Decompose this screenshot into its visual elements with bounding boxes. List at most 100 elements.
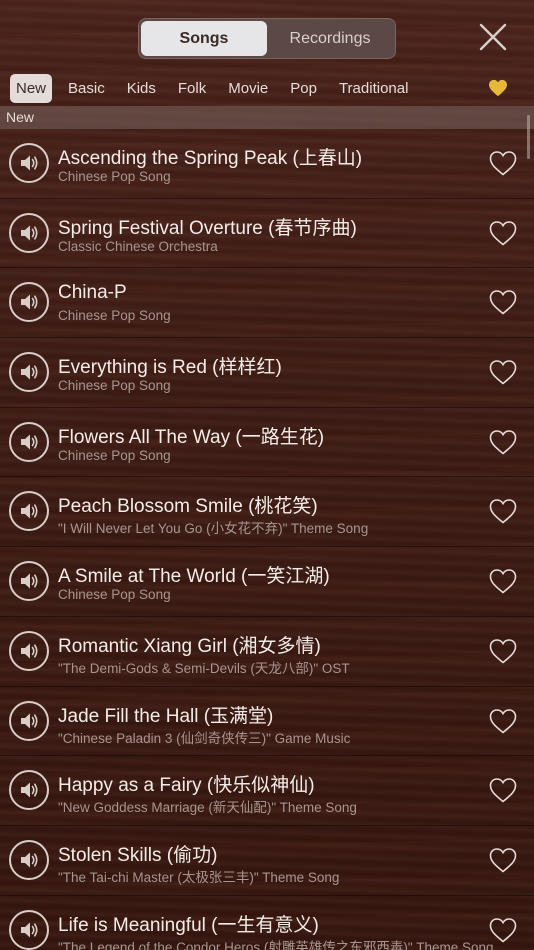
play-preview-button[interactable] [9,909,49,950]
speaker-icon [17,151,41,175]
heart-outline-icon [488,916,518,944]
song-title: Peach Blossom Smile (桃花笑) [58,496,318,518]
song-row[interactable]: A Smile at The World (一笑江湖) Chinese Pop S… [0,547,534,617]
speaker-icon [17,569,41,593]
segment-recordings[interactable]: Recordings [267,21,393,56]
heart-outline-icon [488,288,518,316]
song-subtitle: Chinese Pop Song [58,447,171,463]
close-icon [479,23,507,51]
heart-outline-icon [488,428,518,456]
heart-outline-icon [488,637,518,665]
song-subtitle: Chinese Pop Song [58,169,171,184]
favorite-button[interactable] [488,776,518,804]
play-preview-button[interactable] [9,770,49,811]
song-subtitle: Chinese Pop Song [58,587,171,603]
song-row[interactable]: Peach Blossom Smile (桃花笑) "I Will Never L… [0,477,534,548]
song-subtitle: "New Goddess Marriage (新天仙配)" Theme Song [58,800,357,816]
song-title: Everything is Red (样样红) [58,357,282,379]
song-row[interactable]: Flowers All The Way (一路生花) Chinese Pop So… [0,408,534,478]
category-tabs: New Basic Kids Folk Movie Pop Traditiona… [0,70,534,106]
song-row[interactable]: Spring Festival Overture (春节序曲) Classic C… [0,199,534,269]
favorite-button[interactable] [488,497,518,525]
song-subtitle: Chinese Pop Song [58,308,171,324]
song-row[interactable]: Ascending the Spring Peak (上春山) Chinese P… [0,129,534,199]
favorite-button[interactable] [488,358,518,386]
play-preview-button[interactable] [9,491,49,532]
speaker-icon [17,360,41,384]
play-preview-button[interactable] [9,700,49,741]
play-preview-button[interactable] [9,282,49,323]
song-title: Romantic Xiang Girl (湘女多情) [58,635,321,657]
close-button[interactable] [478,22,508,52]
song-row[interactable]: Everything is Red (样样红) Chinese Pop Song [0,338,534,408]
tab-movie[interactable]: Movie [222,74,274,103]
favorite-button[interactable] [488,149,518,177]
play-preview-button[interactable] [9,630,49,671]
song-row[interactable]: China-P Chinese Pop Song [0,268,534,339]
song-title: Happy as a Fairy (快乐似神仙) [58,775,315,797]
song-row[interactable]: Stolen Skills (偷功) "The Tai-chi Master (太… [0,826,534,896]
play-preview-button[interactable] [9,561,49,602]
speaker-icon [17,778,41,802]
top-bar: Songs Recordings [0,0,534,70]
heart-outline-icon [488,846,518,874]
song-title: A Smile at The World (一笑江湖) [58,566,330,588]
tab-basic[interactable]: Basic [62,74,111,103]
tab-kids[interactable]: Kids [121,74,162,103]
speaker-icon [17,639,41,663]
song-title: Stolen Skills (偷功) [58,844,218,866]
heart-outline-icon [488,567,518,595]
heart-outline-icon [488,707,518,735]
heart-outline-icon [488,776,518,804]
song-title: Spring Festival Overture (春节序曲) [58,217,357,239]
song-title: Flowers All The Way (一路生花) [58,426,325,448]
tab-folk[interactable]: Folk [172,74,212,103]
song-subtitle: "Chinese Paladin 3 (仙剑奇侠传三)" Game Music [58,730,351,746]
song-title: Jade Fill the Hall (玉满堂) [58,705,274,727]
tab-traditional[interactable]: Traditional [333,74,414,103]
play-preview-button[interactable] [9,212,49,253]
song-row[interactable]: Romantic Xiang Girl (湘女多情) "The Demi-Gods… [0,617,534,687]
song-title: China-P [58,282,127,304]
heart-outline-icon [488,358,518,386]
segment-songs[interactable]: Songs [141,21,267,56]
song-title: Ascending the Spring Peak (上春山) [58,148,363,169]
speaker-icon [17,430,41,454]
tab-favorites[interactable] [488,79,508,97]
favorite-button[interactable] [488,288,518,316]
song-list: Ascending the Spring Peak (上春山) Chinese P… [0,129,534,950]
song-subtitle: Chinese Pop Song [58,378,171,394]
play-preview-button[interactable] [9,143,49,183]
heart-outline-icon [488,497,518,525]
play-preview-button[interactable] [9,421,49,462]
song-subtitle: "The Tai-chi Master (太极张三丰)" Theme Song [58,869,340,885]
favorite-button[interactable] [488,219,518,247]
speaker-icon [17,709,41,733]
song-subtitle: "The Demi-Gods & Semi-Devils (天龙八部)" OST [58,660,350,676]
heart-outline-icon [488,149,518,177]
song-row[interactable]: Happy as a Fairy (快乐似神仙) "New Goddess Mar… [0,756,534,826]
song-subtitle: "The Legend of the Condor Heros (射雕英雄传之东… [58,939,494,950]
speaker-icon [17,848,41,872]
tab-new[interactable]: New [10,73,53,103]
speaker-icon [17,290,41,314]
songs-recordings-segmented-control: Songs Recordings [138,18,396,59]
heart-outline-icon [488,219,518,247]
favorite-button[interactable] [488,637,518,665]
favorite-button[interactable] [488,707,518,735]
heart-filled-icon [489,79,507,97]
song-subtitle: "I Will Never Let You Go (小女花不弃)" Theme … [58,521,369,537]
song-row[interactable]: Life is Meaningful (一生有意义) "The Legend of… [0,896,534,950]
favorite-button[interactable] [488,846,518,874]
section-header: New [0,106,534,129]
play-preview-button[interactable] [9,352,49,393]
speaker-icon [17,221,41,245]
favorite-button[interactable] [488,916,518,944]
tab-pop[interactable]: Pop [284,74,323,103]
play-preview-button[interactable] [9,839,49,880]
favorite-button[interactable] [488,567,518,595]
favorite-button[interactable] [488,428,518,456]
song-title: Life is Meaningful (一生有意义) [58,914,319,936]
speaker-icon [17,499,41,523]
song-row[interactable]: Jade Fill the Hall (玉满堂) "Chinese Paladin… [0,687,534,757]
